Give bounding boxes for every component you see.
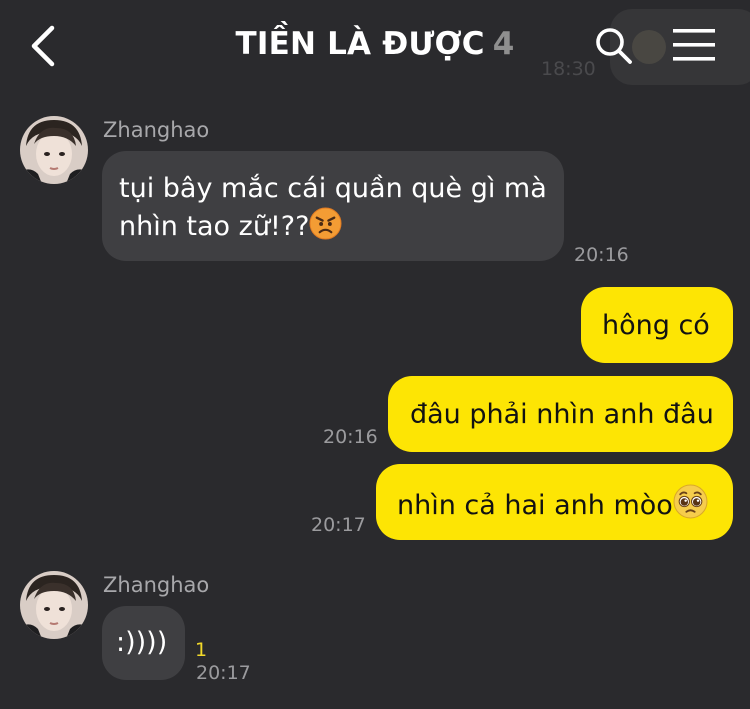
message-time: 20:17 [196,662,251,684]
message-text-line2: nhìn tao zữ!?? [119,211,310,242]
message-time: 20:16 [574,244,629,266]
chat-title[interactable]: TIỀN LÀ ĐƯỢC 4 [0,26,750,62]
outgoing-message-bubble[interactable]: nhìn cả hai anh mòo [376,464,733,540]
avatar-photo [20,116,88,184]
outgoing-message-bubble[interactable]: đâu phải nhìn anh đâu [388,376,733,452]
outgoing-message-bubble[interactable]: hông có [581,287,733,363]
menu-icon[interactable] [673,28,715,62]
message-text: :)))) [116,627,168,658]
avatar-photo [20,571,88,639]
pleading-face-emoji [673,484,708,519]
avatar[interactable] [20,571,88,639]
message-text: đâu phải nhìn anh đâu [410,399,714,430]
message-text: nhìn cả hai anh mòo [397,490,673,521]
member-count: 4 [492,26,515,62]
avatar[interactable] [20,116,88,184]
message-time: 20:16 [323,426,378,448]
incoming-message-bubble[interactable]: tụi bây mắc cái quần què gì mà nhìn tao … [102,151,564,261]
message-time: 20:17 [311,514,366,536]
angry-face-emoji [309,207,342,240]
message-text: tụi bây mắc cái quần què gì mà [119,173,547,204]
incoming-message-bubble[interactable]: :)))) [102,606,185,680]
sender-name: Zhanghao [103,573,210,597]
message-text: hông có [602,310,710,341]
sender-name: Zhanghao [103,118,210,142]
chat-title-text: TIỀN LÀ ĐƯỢC [235,26,485,62]
search-icon[interactable] [594,26,634,66]
unread-count: 1 [195,639,208,661]
